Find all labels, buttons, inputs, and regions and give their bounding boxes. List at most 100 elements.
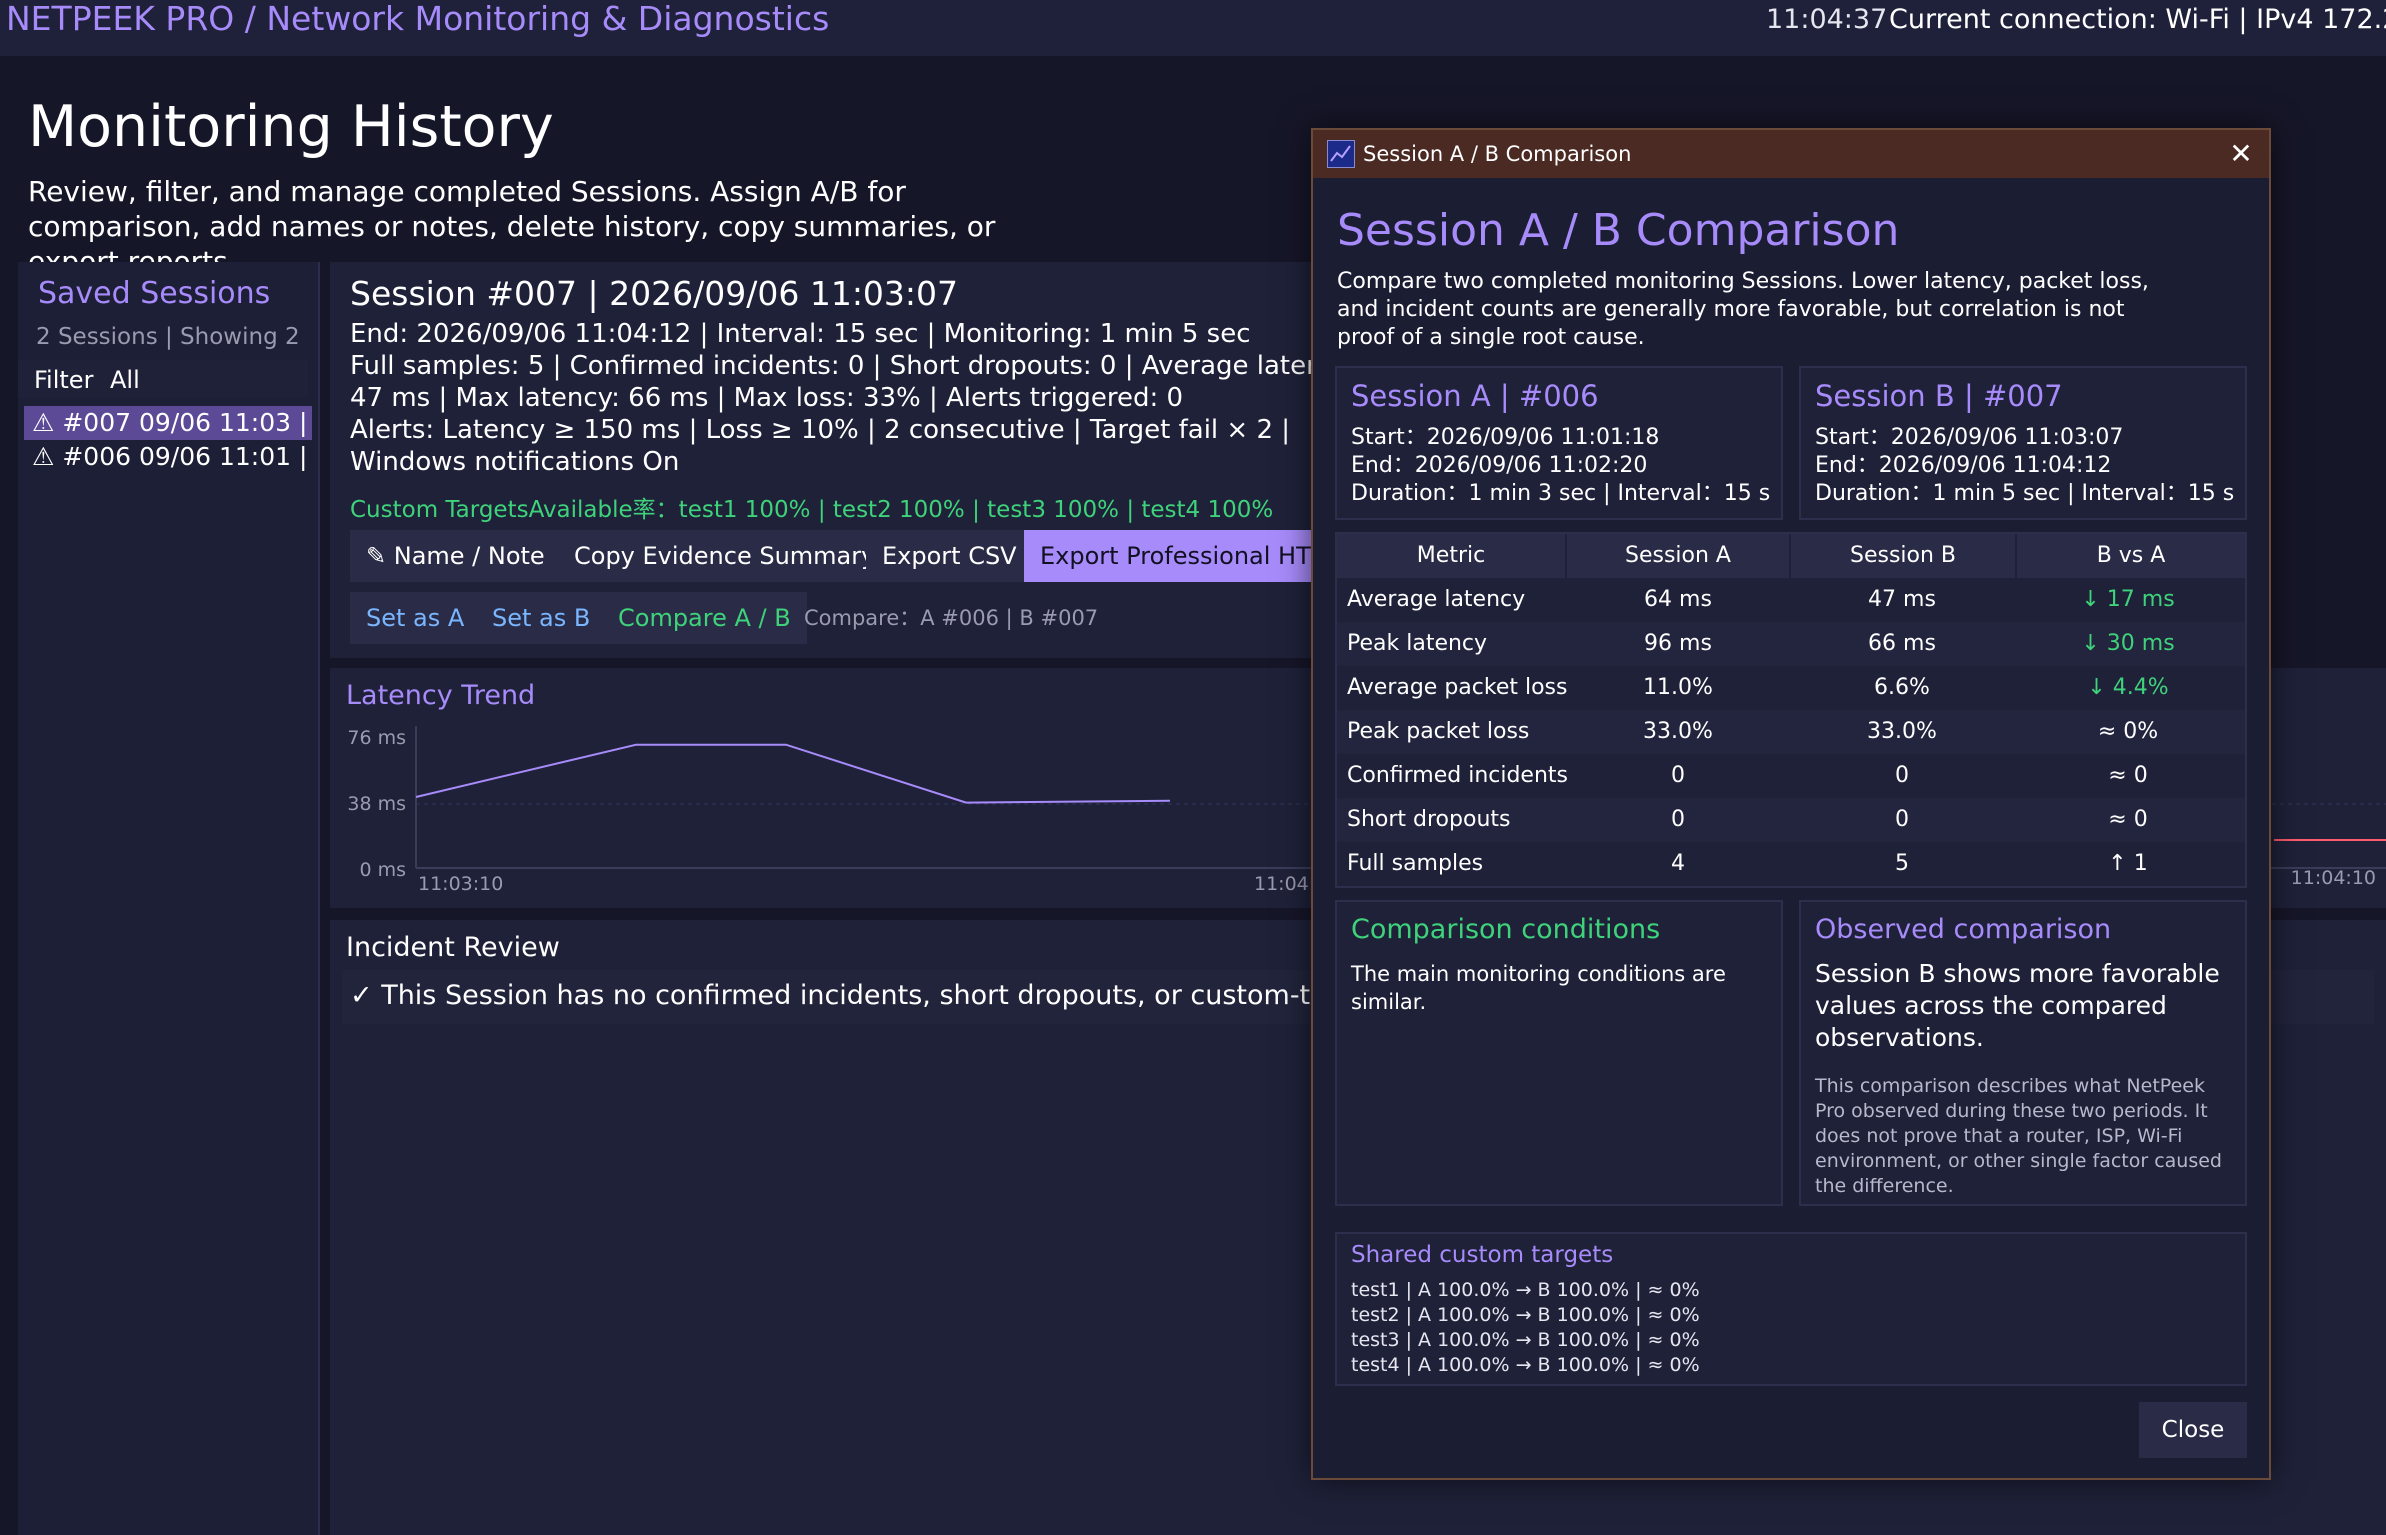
name-note-button[interactable]: ✎ Name / Note (350, 530, 561, 582)
delta-value: ↓ 4.4% (2087, 675, 2169, 700)
session-detail-line: Windows notifications On (350, 447, 680, 477)
x-tick-label: 11:04:10 (2291, 867, 2376, 889)
observed-comparison-body: This comparison describes what NetPeek P… (1815, 1075, 2222, 1197)
session-a-start: Start：2026/09/06 11:01:18 (1351, 425, 1660, 450)
session-b-value: 0 (1895, 807, 1909, 832)
session-a-card: Session A | #006 Start：2026/09/06 11:01:… (1335, 366, 1783, 520)
session-b-duration: Duration：1 min 5 sec | Interval：15 sec (1815, 481, 2235, 506)
filter-dropdown[interactable]: All (110, 366, 140, 394)
metric-name: Confirmed incidents (1347, 763, 1568, 788)
shared-target-line: test2 | A 100.0% → B 100.0% | ≈ 0% (1351, 1304, 1700, 1326)
page-title: Monitoring History (28, 94, 554, 160)
column-header-session-b: Session B (1791, 534, 2015, 578)
table-row: Short dropouts 0 0 ≈ 0 (1337, 798, 2245, 842)
table-row: Average packet loss 11.0% 6.6% ↓ 4.4% (1337, 666, 2245, 710)
dialog-titlebar: Session A / B Comparison ✕ (1313, 130, 2269, 178)
close-button[interactable]: Close (2139, 1402, 2247, 1458)
session-detail-line: End: 2026/09/06 11:04:12 | Interval: 15 … (350, 319, 1251, 349)
session-detail-panel: Session #007 | 2026/09/06 11:03:07 End: … (330, 262, 1420, 658)
metric-name: Peak packet loss (1347, 719, 1530, 744)
session-list-item[interactable]: ⚠ #006 09/06 11:01 | · (24, 440, 312, 474)
sidebar-title: Saved Sessions (38, 276, 271, 311)
session-detail-line: Full samples: 5 | Confirmed incidents: 0… (350, 351, 1360, 381)
session-list-item[interactable]: ⚠ #007 09/06 11:03 | (24, 406, 312, 440)
session-b-end: End：2026/09/06 11:04:12 (1815, 453, 2112, 478)
set-as-a-button[interactable]: Set as A (350, 592, 481, 644)
observed-comparison-title: Observed comparison (1815, 914, 2112, 945)
delta-value: ≈ 0% (2097, 719, 2159, 744)
shared-target-line: test1 | A 100.0% → B 100.0% | ≈ 0% (1351, 1279, 1700, 1301)
filter-label: Filter (34, 366, 94, 394)
table-row: Peak latency 96 ms 66 ms ↓ 30 ms (1337, 622, 2245, 666)
metric-name: Average packet loss (1347, 675, 1568, 700)
shared-target-line: test3 | A 100.0% → B 100.0% | ≈ 0% (1351, 1329, 1700, 1351)
copy-evidence-summary-button[interactable]: Copy Evidence Summary (558, 530, 892, 582)
session-count: 2 Sessions | Showing 2 (36, 324, 300, 350)
table-row: Confirmed incidents 0 0 ≈ 0 (1337, 754, 2245, 798)
compare-ab-button[interactable]: Compare A / B (602, 592, 807, 644)
session-b-value: 5 (1895, 851, 1909, 876)
y-tick-label: 76 ms (347, 727, 406, 749)
session-detail-title: Session #007 | 2026/09/06 11:03:07 (350, 274, 959, 313)
connection-status: Current connection: Wi-Fi | IPv4 172.20.… (1889, 4, 2386, 35)
latency-series-line (415, 743, 1171, 804)
close-icon[interactable]: ✕ (2221, 134, 2261, 174)
column-header-session-a: Session A (1567, 534, 1789, 578)
shared-targets-title: Shared custom targets (1351, 1242, 1614, 1268)
table-row: Full samples 4 5 ↑ 1 (1337, 842, 2245, 886)
session-a-end: End：2026/09/06 11:02:20 (1351, 453, 1648, 478)
top-bar: NETPEEK PRO / Network Monitoring & Diagn… (0, 0, 2386, 56)
observed-comparison-headline: Session B shows more favorable values ac… (1815, 959, 2220, 1052)
session-b-value: 66 ms (1868, 631, 1936, 656)
session-a-value: 4 (1671, 851, 1685, 876)
session-b-start: Start：2026/09/06 11:03:07 (1815, 425, 2124, 450)
session-a-value: 0 (1671, 763, 1685, 788)
clock: 11:04:37 (1766, 4, 1888, 35)
observed-comparison-card: Observed comparison Session B shows more… (1799, 900, 2247, 1206)
saved-sessions-sidebar: Saved Sessions 2 Sessions | Showing 2 Fi… (18, 262, 320, 1535)
latency-trend-title: Latency Trend (346, 680, 536, 711)
session-b-title: Session B | #007 (1815, 379, 2063, 413)
dialog-description: Compare two completed monitoring Session… (1337, 269, 2149, 350)
compare-status: Compare：A #006 | B #007 (804, 606, 1099, 630)
table-row: Average latency 64 ms 47 ms ↓ 17 ms (1337, 578, 2245, 622)
comparison-conditions-card: Comparison conditions The main monitorin… (1335, 900, 1783, 1206)
shared-target-line: test4 | A 100.0% → B 100.0% | ≈ 0% (1351, 1354, 1700, 1376)
delta-value: ≈ 0 (2108, 763, 2148, 788)
session-b-value: 6.6% (1874, 675, 1930, 700)
delta-value: ↓ 17 ms (2081, 587, 2175, 612)
session-detail-line: Alerts: Latency ≥ 150 ms | Loss ≥ 10% | … (350, 415, 1291, 445)
column-header-delta: B vs A (2017, 534, 2245, 578)
session-a-title: Session A | #006 (1351, 379, 1599, 413)
comparison-conditions-body: The main monitoring conditions are simil… (1351, 962, 1726, 1014)
y-tick-label: 0 ms (359, 859, 406, 881)
session-a-value: 64 ms (1644, 587, 1712, 612)
x-tick-label: 11:03:10 (418, 873, 503, 895)
session-b-value: 0 (1895, 763, 1909, 788)
session-b-value: 33.0% (1867, 719, 1937, 744)
delta-value: ↓ 30 ms (2081, 631, 2175, 656)
incident-review-title: Incident Review (346, 932, 560, 963)
shared-custom-targets-card: Shared custom targets test1 | A 100.0% →… (1335, 1232, 2247, 1386)
session-a-duration: Duration：1 min 3 sec | Interval：15 sec (1351, 481, 1771, 506)
metric-name: Full samples (1347, 851, 1484, 876)
metric-name: Average latency (1347, 587, 1526, 612)
export-csv-button[interactable]: Export CSV (866, 530, 1033, 582)
x-tick-label: 11:04: (1254, 873, 1315, 895)
comparison-conditions-title: Comparison conditions (1351, 914, 1661, 945)
delta-value: ≈ 0 (2108, 807, 2148, 832)
set-as-b-button[interactable]: Set as B (476, 592, 607, 644)
session-a-value: 96 ms (1644, 631, 1712, 656)
session-a-value: 11.0% (1643, 675, 1713, 700)
dialog-window-title: Session A / B Comparison (1363, 142, 1632, 166)
metric-name: Short dropouts (1347, 807, 1511, 832)
column-header-metric: Metric (1337, 534, 1565, 578)
app-title: NETPEEK PRO / Network Monitoring & Diagn… (6, 0, 830, 38)
session-a-value: 33.0% (1643, 719, 1713, 744)
session-b-value: 47 ms (1868, 587, 1936, 612)
y-tick-label: 38 ms (347, 793, 406, 815)
metric-name: Peak latency (1347, 631, 1488, 656)
session-a-value: 0 (1671, 807, 1685, 832)
session-detail-line: 47 ms | Max latency: 66 ms | Max loss: 3… (350, 383, 1184, 413)
custom-targets-availability: Custom TargetsAvailable率：test1 100% | te… (350, 497, 1274, 523)
